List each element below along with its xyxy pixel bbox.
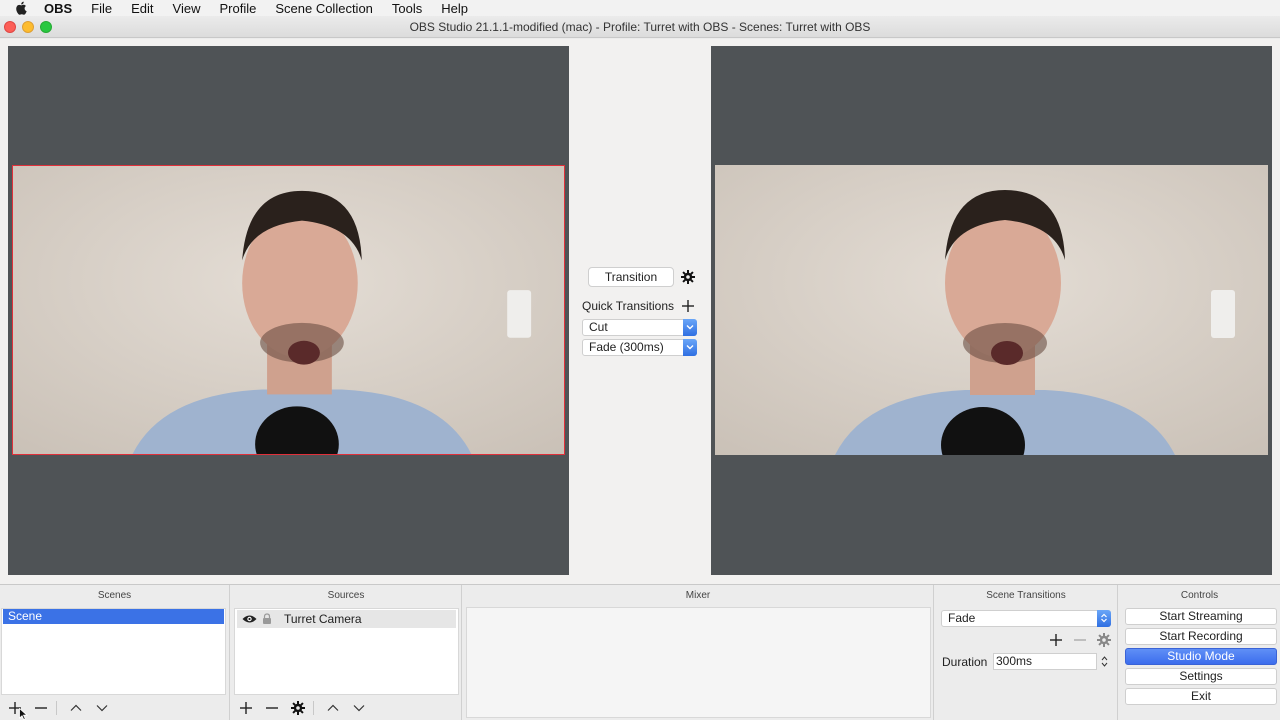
preview-canvas[interactable]: [8, 46, 569, 575]
remove-transition-button[interactable]: [1071, 631, 1089, 649]
scenes-header: Scenes: [97, 590, 132, 601]
controls-header: Controls: [1180, 590, 1219, 601]
source-item-label: Turret Camera: [284, 612, 362, 626]
sources-toolbar: [231, 698, 370, 718]
remove-source-button[interactable]: [261, 699, 283, 717]
menu-bar: OBS File Edit View Profile Scene Collect…: [0, 0, 1280, 16]
source-item-turret-camera[interactable]: Turret Camera: [237, 610, 456, 628]
menu-app-obs[interactable]: OBS: [44, 1, 72, 16]
transition-button[interactable]: Transition: [588, 267, 674, 287]
remove-scene-button[interactable]: [30, 699, 52, 717]
menu-view[interactable]: View: [173, 1, 201, 16]
mixer-header: Mixer: [685, 590, 711, 601]
gear-icon[interactable]: [681, 270, 695, 284]
toolbar-divider: [313, 701, 314, 715]
chevron-down-icon: [683, 319, 697, 336]
sources-list[interactable]: Turret Camera: [234, 608, 459, 695]
quick-transition-cut-label: Cut: [589, 320, 608, 334]
scene-transitions-panel: Scene Transitions Fade Duration 300ms: [935, 585, 1118, 720]
quick-transition-fade-label: Fade (300ms): [589, 340, 664, 354]
source-properties-button[interactable]: [287, 699, 309, 717]
apple-icon[interactable]: [15, 1, 29, 15]
chevron-up-down-icon: [1097, 610, 1111, 627]
move-source-up-button[interactable]: [322, 699, 344, 717]
move-scene-up-button[interactable]: [65, 699, 87, 717]
scenes-toolbar: [0, 698, 113, 718]
menu-file[interactable]: File: [91, 1, 112, 16]
chevron-down-icon: [683, 339, 697, 356]
transition-properties-button[interactable]: [1095, 631, 1113, 649]
mouse-pointer-icon: [19, 707, 29, 720]
scene-item-scene[interactable]: Scene: [3, 609, 224, 624]
add-source-button[interactable]: [235, 699, 257, 717]
program-camera-source: [715, 165, 1268, 455]
window-title: OBS Studio 21.1.1-modified (mac) - Profi…: [409, 20, 871, 34]
transition-tools: [1047, 631, 1113, 649]
menu-help[interactable]: Help: [441, 1, 468, 16]
sources-panel: Sources Turret Camera: [231, 585, 462, 720]
preview-camera-source[interactable]: [12, 165, 565, 455]
menu-scene-collection[interactable]: Scene Collection: [275, 1, 373, 16]
menu-edit[interactable]: Edit: [131, 1, 153, 16]
scene-transitions-header: Scene Transitions: [986, 590, 1066, 601]
quick-transition-cut-select[interactable]: Cut: [582, 319, 697, 336]
quick-transitions-label: Quick Transitions: [582, 299, 675, 313]
add-transition-button[interactable]: [1047, 631, 1065, 649]
eye-icon[interactable]: [242, 613, 257, 625]
transition-type-select[interactable]: Fade: [941, 610, 1111, 627]
start-recording-button[interactable]: Start Recording: [1125, 628, 1277, 645]
dock-panels: Scenes Scene Sources Turret Camera Mixer…: [0, 584, 1280, 720]
studio-mode-button[interactable]: Studio Mode: [1125, 648, 1277, 665]
quick-transition-fade-select[interactable]: Fade (300ms): [582, 339, 697, 356]
studio-mode-area: Transition Quick Transitions Cut Fade (3…: [0, 39, 1280, 584]
program-canvas[interactable]: [711, 46, 1272, 575]
duration-input[interactable]: 300ms: [993, 653, 1097, 670]
duration-label: Duration: [942, 655, 988, 669]
move-scene-down-button[interactable]: [91, 699, 113, 717]
mixer-panel: Mixer: [463, 585, 934, 720]
move-source-down-button[interactable]: [348, 699, 370, 717]
transition-type-value: Fade: [948, 611, 976, 625]
toolbar-divider: [56, 701, 57, 715]
transition-controls: Transition Quick Transitions Cut Fade (3…: [580, 39, 700, 584]
mixer-area[interactable]: [466, 607, 931, 718]
menu-profile[interactable]: Profile: [219, 1, 256, 16]
lock-icon[interactable]: [259, 613, 274, 625]
add-quick-transition-icon[interactable]: [681, 299, 695, 313]
menu-tools[interactable]: Tools: [392, 1, 422, 16]
scenes-list[interactable]: Scene: [1, 608, 226, 695]
controls-panel: Controls Start Streaming Start Recording…: [1119, 585, 1280, 720]
sources-header: Sources: [327, 590, 365, 601]
start-streaming-button[interactable]: Start Streaming: [1125, 608, 1277, 625]
window-title-bar: OBS Studio 21.1.1-modified (mac) - Profi…: [0, 16, 1280, 38]
scenes-panel: Scenes Scene: [0, 585, 230, 720]
exit-button[interactable]: Exit: [1125, 688, 1277, 705]
settings-button[interactable]: Settings: [1125, 668, 1277, 685]
duration-stepper[interactable]: [1100, 653, 1109, 670]
